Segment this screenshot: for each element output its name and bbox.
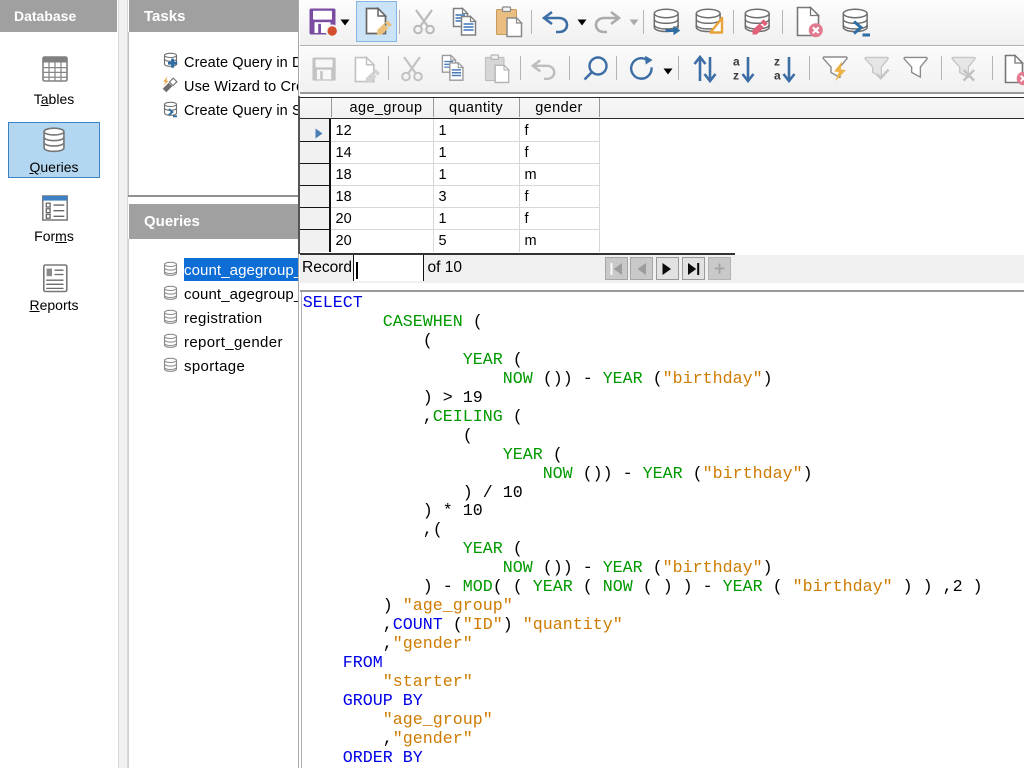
svg-text:z: z	[733, 69, 739, 83]
svg-text:z: z	[774, 55, 780, 69]
svg-text:a: a	[774, 69, 781, 83]
svg-text:a: a	[733, 55, 740, 69]
